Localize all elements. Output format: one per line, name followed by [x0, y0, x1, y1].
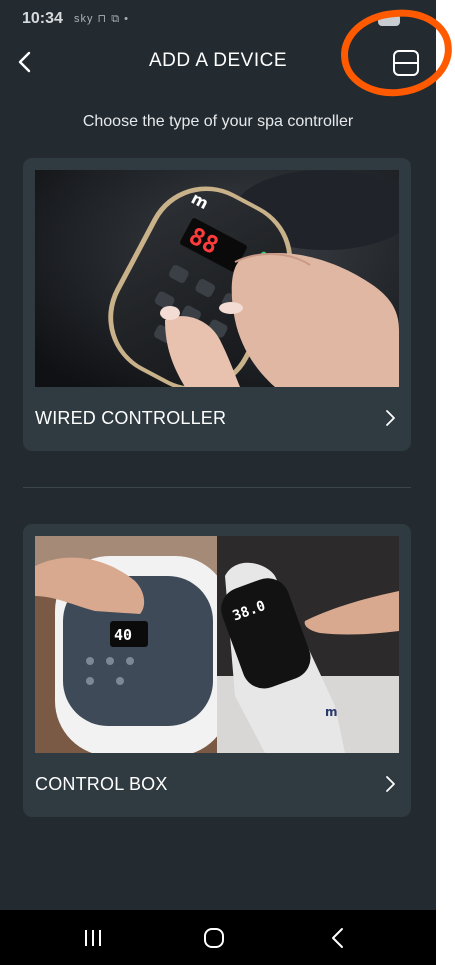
home-button[interactable]	[194, 924, 234, 952]
status-time: 10:34	[22, 10, 63, 27]
recent-apps-button[interactable]	[73, 924, 113, 952]
wired-controller-label: WIRED CONTROLLER	[35, 408, 227, 428]
screen-edge	[436, 0, 455, 965]
status-bar: 10:34 sky ⊓ ⧉ •	[0, 0, 436, 38]
battery-icon	[378, 14, 400, 26]
control-box-card[interactable]: 40 38.0 m CONTROL BOX	[23, 524, 411, 817]
system-back-button[interactable]	[318, 924, 358, 952]
box-display-left: 40	[114, 626, 132, 644]
subtitle: Choose the type of your spa controller	[82, 113, 354, 130]
header: ADD A DEVICE	[0, 38, 436, 88]
wired-controller-card[interactable]: 88 m WIRED CONTROLLER	[23, 158, 411, 451]
back-triangle-icon	[332, 928, 343, 948]
menu-icon	[393, 50, 419, 76]
status-icons: sky ⊓ ⧉ •	[74, 13, 129, 25]
control-box-label: CONTROL BOX	[35, 774, 168, 794]
system-nav-bar	[0, 910, 436, 965]
divider	[23, 487, 411, 488]
chevron-right-icon	[381, 408, 401, 428]
chevron-right-icon	[381, 774, 401, 794]
status-right-icons	[342, 12, 402, 28]
page-title: ADD A DEVICE	[149, 50, 287, 71]
wired-controller-image: 88 m	[35, 170, 399, 387]
control-box-image: 40 38.0 m	[35, 536, 399, 753]
recent-apps-icon	[85, 930, 101, 946]
home-icon	[204, 928, 224, 948]
box-brand: m	[325, 705, 338, 719]
app-screen: 10:34 sky ⊓ ⧉ • ADD A DEVICE Choose the …	[0, 0, 436, 965]
menu-button[interactable]	[388, 46, 424, 80]
